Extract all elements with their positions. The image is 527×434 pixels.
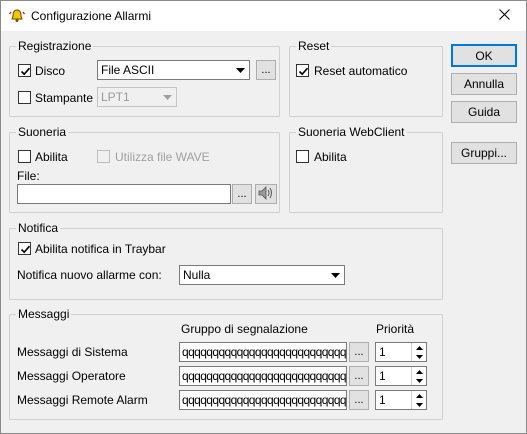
stampante-checkbox[interactable]	[18, 91, 31, 104]
stampante-port-select[interactable]: LPT1	[97, 87, 177, 107]
priorita-spinner[interactable]: 1	[375, 366, 427, 386]
alarm-config-dialog: Configurazione Allarmi Registrazione Dis…	[0, 0, 527, 434]
alarm-bell-icon	[9, 8, 25, 24]
speaker-icon	[258, 185, 274, 203]
gruppi-button[interactable]: Gruppi...	[451, 142, 517, 164]
spin-down-icon[interactable]	[412, 352, 426, 361]
file-label: File:	[17, 169, 40, 183]
reset-auto-checkbox[interactable]	[296, 64, 309, 77]
reset-legend: Reset	[296, 39, 332, 53]
traybar-label: Abilita notifica in Traybar	[35, 242, 166, 256]
guida-button[interactable]: Guida	[451, 101, 517, 123]
disco-format-select[interactable]: File ASCII	[97, 60, 250, 80]
wave-label: Utilizza file WAVE	[115, 150, 210, 164]
chevron-down-icon	[327, 266, 344, 284]
messaggi-gruppo-value: qqqqqqqqqqqqqqqqqqqqqqqqqqqqqqqqq	[182, 393, 346, 407]
ok-button[interactable]: OK	[451, 44, 517, 67]
messaggi-gruppo-value: qqqqqqqqqqqqqqqqqqqqqqqqqqqqqqqqq	[182, 369, 346, 383]
close-button[interactable]	[482, 1, 526, 31]
suoneria-web-abilita-checkbox[interactable]	[296, 150, 309, 163]
messaggi-browse-button[interactable]: ...	[349, 366, 369, 386]
registrazione-legend: Registrazione	[16, 39, 94, 53]
reset-auto-label: Reset automatico	[314, 64, 408, 78]
suoneria-web-legend: Suoneria WebClient	[296, 125, 407, 139]
notifica-nuovo-select[interactable]: Nulla	[179, 265, 345, 285]
title-bar: Configurazione Allarmi	[1, 1, 526, 31]
messaggi-browse-button[interactable]: ...	[349, 342, 369, 362]
file-path-input[interactable]	[17, 184, 231, 204]
window-title: Configurazione Allarmi	[31, 9, 152, 23]
messaggi-gruppo-value: qqqqqqqqqqqqqqqqqqqqqqqqqqqqqqqqq	[182, 345, 346, 359]
disco-label: Disco	[35, 64, 66, 78]
disco-format-value: File ASCII	[101, 63, 155, 77]
disco-browse-button[interactable]: ...	[256, 60, 276, 80]
notifica-group: Notifica	[9, 221, 443, 300]
messaggi-browse-button[interactable]: ...	[349, 390, 369, 410]
priorita-value: 1	[379, 369, 386, 383]
spin-up-icon[interactable]	[412, 343, 426, 352]
suoneria-legend: Suoneria	[16, 125, 69, 139]
priorita-value: 1	[379, 393, 386, 407]
wave-checkbox[interactable]	[97, 150, 110, 163]
chevron-down-icon	[159, 88, 176, 106]
stampante-label: Stampante	[35, 91, 94, 105]
notifica-legend: Notifica	[16, 221, 61, 235]
col-gruppo-header: Gruppo di segnalazione	[181, 322, 308, 336]
traybar-checkbox[interactable]	[18, 242, 31, 255]
priorita-spinner[interactable]: 1	[375, 342, 427, 362]
messaggi-row-label: Messaggi Operatore	[17, 369, 126, 383]
chevron-down-icon	[232, 61, 249, 79]
col-priorita-header: Priorità	[376, 322, 415, 336]
messaggi-row-label: Messaggi Remote Alarm	[17, 393, 148, 407]
stampante-port-value: LPT1	[101, 90, 130, 104]
spin-up-icon[interactable]	[412, 367, 426, 376]
reset-group: Reset	[289, 39, 443, 117]
close-icon	[498, 9, 510, 23]
suoneria-abilita-checkbox[interactable]	[18, 150, 31, 163]
priorita-value: 1	[379, 345, 386, 359]
suoneria-abilita-label: Abilita	[35, 150, 68, 164]
messaggi-legend: Messaggi	[16, 307, 72, 321]
priorita-spinner[interactable]: 1	[375, 390, 427, 410]
annulla-button[interactable]: Annulla	[451, 73, 517, 95]
messaggi-gruppo-input[interactable]: qqqqqqqqqqqqqqqqqqqqqqqqqqqqqqqqq	[179, 366, 347, 386]
suoneria-web-abilita-label: Abilita	[314, 150, 347, 164]
messaggi-gruppo-input[interactable]: qqqqqqqqqqqqqqqqqqqqqqqqqqqqqqqqq	[179, 342, 347, 362]
notifica-nuovo-value: Nulla	[183, 268, 211, 282]
suoneria-web-group: Suoneria WebClient	[289, 125, 443, 213]
disco-checkbox[interactable]	[18, 64, 31, 77]
play-sound-button[interactable]	[255, 184, 277, 204]
notifica-nuovo-label: Notifica nuovo allarme con:	[17, 268, 162, 282]
file-browse-button[interactable]: ...	[232, 184, 252, 204]
messaggi-row-label: Messaggi di Sistema	[17, 345, 128, 359]
spin-down-icon[interactable]	[412, 400, 426, 409]
spin-up-icon[interactable]	[412, 391, 426, 400]
spin-down-icon[interactable]	[412, 376, 426, 385]
messaggi-gruppo-input[interactable]: qqqqqqqqqqqqqqqqqqqqqqqqqqqqqqqqq	[179, 390, 347, 410]
